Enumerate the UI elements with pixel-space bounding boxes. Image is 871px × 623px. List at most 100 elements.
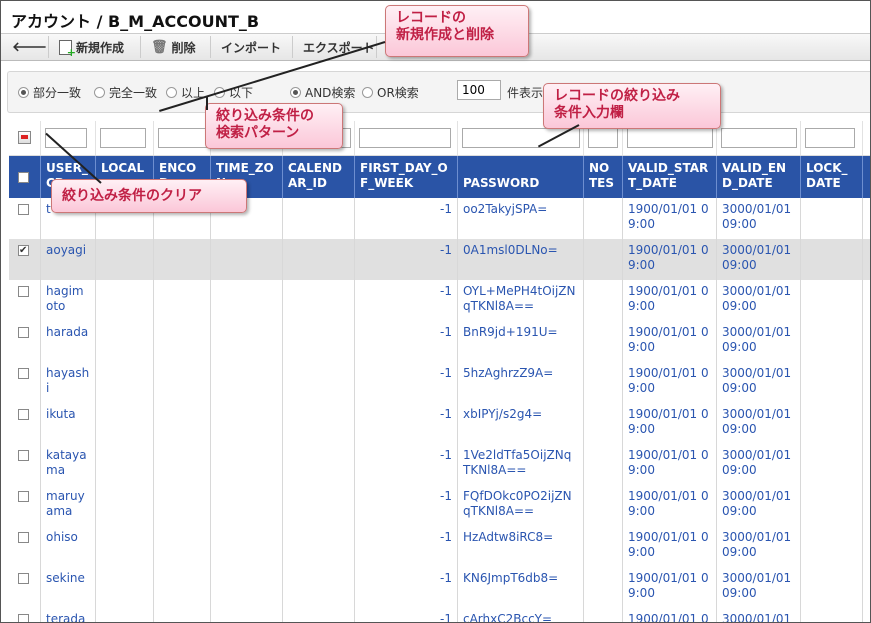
cell-local[interactable] [96,567,154,608]
cell-time_zon[interactable] [211,485,283,526]
display-limit-input[interactable] [457,80,501,100]
cell-user_cd[interactable]: maruyama [41,485,96,526]
partial-match-option[interactable]: 部分一致 [18,84,81,101]
row-checkbox[interactable] [18,409,29,420]
cell-lock_date[interactable] [801,485,863,526]
cell-valid_end_date[interactable]: 3000/01/01 09:00 [717,362,801,403]
cell-valid_end_date[interactable]: 3000/01/01 09:00 [717,485,801,526]
cell-notes[interactable] [584,567,623,608]
table-row[interactable]: terada -1cArhxC2BccY= 1900/01/01 09:003000… [9,608,870,622]
cell-calendar_id[interactable] [283,198,355,239]
column-header-notes[interactable]: NOTES [584,156,623,198]
cell-local[interactable] [96,608,154,622]
cell-calendar_id[interactable] [283,321,355,362]
cell-valid_start_date[interactable]: 1900/01/01 09:00 [623,239,717,280]
radio-unselected[interactable] [166,87,177,98]
cell-notes[interactable] [584,403,623,444]
cell-encod[interactable] [154,362,211,403]
row-checkbox[interactable] [18,532,29,543]
column-header-first_day_of_week[interactable]: FIRST_DAY_OF_WEEK [355,156,458,198]
table-row[interactable]: hagimoto -1 OYL+MePH4tOijZNqTKNl8A== 1900/0… [9,280,870,322]
cell-user_cd[interactable]: katayama [41,444,96,485]
cell-valid_start_date[interactable]: 1900/01/01 09:00 [623,362,717,403]
cell-time_zon[interactable] [211,362,283,403]
cell-valid_end_date[interactable]: 3000/01/01 09:00 [717,321,801,362]
cell-notes[interactable] [584,362,623,403]
cell-password[interactable]: BnR9jd+191U= [458,321,584,362]
cell-encod[interactable] [154,321,211,362]
cell-encod[interactable] [154,403,211,444]
cell-valid_end_date[interactable]: 3000/01/01 09:00 [717,608,801,622]
select-all-checkbox[interactable] [18,172,29,183]
cell-first_day_of_week[interactable]: -1 [355,608,458,622]
cell-encod[interactable] [154,526,211,567]
cell-valid_start_date[interactable]: 1900/01/01 09:00 [623,526,717,567]
row-checkbox[interactable] [18,243,29,258]
cell-valid_start_date[interactable]: 1900/01/01 09:00 [623,321,717,362]
cell-password[interactable]: cArhxC2BccY= [458,608,584,622]
cell-notes[interactable] [584,485,623,526]
filter-input-notes[interactable] [588,128,618,148]
cell-valid_start_date[interactable]: 1900/01/01 09:00 [623,403,717,444]
cell-time_zon[interactable] [211,526,283,567]
cell-encod[interactable] [154,608,211,622]
cell-first_day_of_week[interactable]: -1 [355,362,458,403]
cell-first_day_of_week[interactable]: -1 [355,485,458,526]
radio-unselected[interactable] [362,87,373,98]
cell-local[interactable] [96,321,154,362]
filter-input-local[interactable] [100,128,146,148]
table-row[interactable]: ikuta -1 xbIPYj/s2g4= 1900/01/01 09:00 3000/… [9,403,870,445]
cell-calendar_id[interactable] [283,362,355,403]
cell-first_day_of_week[interactable]: -1 [355,403,458,444]
cell-local[interactable] [96,239,154,280]
cell-first_day_of_week[interactable]: -1 [355,444,458,485]
cell-user_cd[interactable]: sekine [41,567,96,608]
cell-notes[interactable] [584,444,623,485]
cell-calendar_id[interactable] [283,608,355,622]
table-row[interactable]: hayashi -1 5hzAghrzZ9A= 1900/01/01 09:00 300… [9,362,870,404]
new-record-button[interactable]: 新規作成 [53,36,141,58]
cell-first_day_of_week[interactable]: -1 [355,239,458,280]
cell-local[interactable] [96,362,154,403]
cell-valid_end_date[interactable]: 3000/01/01 09:00 [717,280,801,321]
cell-valid_end_date[interactable]: 3000/01/01 09:00 [717,403,801,444]
cell-lock_date[interactable] [801,321,863,362]
cell-valid_start_date[interactable]: 1900/01/01 09:00 [623,485,717,526]
import-button[interactable]: インポート [215,36,293,58]
cell-notes[interactable] [584,239,623,280]
row-checkbox[interactable] [18,614,29,622]
cell-lock_date[interactable] [801,362,863,403]
cell-first_day_of_week[interactable]: -1 [355,567,458,608]
column-header-valid_end_date[interactable]: VALID_END_DATE [717,156,801,198]
cell-calendar_id[interactable] [283,485,355,526]
cell-valid_end_date[interactable]: 3000/01/01 09:00 [717,526,801,567]
cell-calendar_id[interactable] [283,444,355,485]
cell-encod[interactable] [154,239,211,280]
cell-valid_start_date[interactable]: 1900/01/01 09:00 [623,198,717,239]
row-checkbox[interactable] [18,204,29,215]
cell-valid_end_date[interactable]: 3000/01/01 09:00 [717,444,801,485]
cell-valid_end_date[interactable]: 3000/01/01 09:00 [717,198,801,239]
table-row[interactable]: sekine -1 KN6JmpT6db8= 1900/01/01 09:00 3000… [9,567,870,609]
cell-time_zon[interactable] [211,403,283,444]
filter-input-encod[interactable] [158,128,208,148]
cell-password[interactable]: oo2TakyjSPA= [458,198,584,239]
and-search-option[interactable]: AND検索 [290,84,355,101]
cell-time_zon[interactable] [211,239,283,280]
cell-lock_date[interactable] [801,280,863,321]
radio-selected[interactable] [290,87,301,98]
cell-calendar_id[interactable] [283,239,355,280]
row-checkbox[interactable] [18,327,29,338]
cell-first_day_of_week[interactable]: -1 [355,198,458,239]
cell-user_cd[interactable]: terada [41,608,96,622]
filter-input-valid_end_date[interactable] [721,128,797,148]
cell-lock_date[interactable] [801,526,863,567]
row-checkbox[interactable] [18,573,29,584]
cell-time_zon[interactable] [211,321,283,362]
cell-password[interactable]: FQfDOkc0PO2ijZNqTKNl8A== [458,485,584,526]
filter-input-valid_start_date[interactable] [627,128,713,148]
cell-first_day_of_week[interactable]: -1 [355,280,458,321]
column-header-password[interactable]: PASSWORD [458,156,584,198]
table-row[interactable]: maruyama -1 FQfDOkc0PO2ijZNqTKNl8A== 1900/0… [9,485,870,527]
cell-valid_start_date[interactable]: 1900/01/01 09:00 [623,280,717,321]
